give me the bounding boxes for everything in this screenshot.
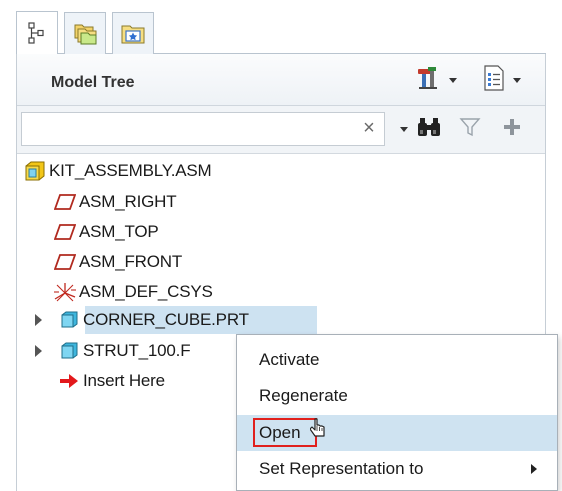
insert-arrow-icon — [57, 369, 81, 393]
list-view-icon — [483, 64, 505, 96]
tree-item-label: ASM_FRONT — [79, 252, 183, 271]
mouse-pointer-icon — [309, 418, 328, 449]
assembly-icon — [23, 159, 47, 183]
show-menu-button[interactable] — [483, 64, 521, 96]
tree-item-label: ASM_DEF_CSYS — [79, 282, 213, 301]
menu-item-open[interactable]: Open — [237, 415, 557, 451]
settings-dropdown-caret — [449, 77, 457, 83]
menu-item-activate[interactable]: Activate — [237, 342, 557, 378]
chevron-down-icon — [400, 126, 408, 132]
clear-search-icon[interactable]: × — [355, 114, 383, 142]
tree-item-asm-right[interactable]: ASM_RIGHT — [53, 187, 177, 217]
datum-plane-icon — [53, 250, 77, 274]
filter-button[interactable] — [457, 116, 483, 142]
tree-item-asm-front[interactable]: ASM_FRONT — [53, 247, 182, 277]
add-column-button[interactable] — [499, 116, 525, 142]
tools-settings-icon — [415, 65, 441, 96]
datum-plane-icon — [53, 190, 77, 214]
tree-hierarchy-icon — [27, 22, 47, 44]
model-tree-tab[interactable] — [16, 11, 58, 54]
search-toolbar: × — [17, 106, 545, 154]
menu-item-label: Set Representation to — [259, 459, 424, 478]
model-tree-header: Model Tree — [17, 54, 545, 106]
tree-item-strut-100[interactable]: STRUT_100.F — [57, 336, 191, 366]
expand-arrow-icon[interactable] — [35, 314, 42, 326]
highlight-box — [253, 418, 317, 447]
datum-plane-icon — [53, 220, 77, 244]
part-icon — [57, 308, 81, 332]
expand-arrow-icon[interactable] — [35, 345, 42, 357]
tree-root-assembly[interactable]: KIT_ASSEMBLY.ASM — [23, 156, 212, 186]
tree-item-label: ASM_TOP — [79, 222, 159, 241]
tree-item-label: Insert Here — [83, 371, 165, 390]
context-menu: Activate Regenerate Open Set Representat… — [236, 334, 558, 491]
folder-browser-tab[interactable] — [64, 12, 106, 54]
menu-item-label: Regenerate — [259, 386, 348, 405]
tree-item-label: CORNER_CUBE.PRT — [83, 310, 249, 329]
show-dropdown-caret — [513, 77, 521, 83]
tree-item-label: ASM_RIGHT — [79, 192, 177, 211]
favorites-tab[interactable] — [112, 12, 154, 54]
coordinate-system-icon — [53, 280, 77, 304]
plus-icon — [503, 118, 521, 141]
find-button[interactable] — [415, 116, 443, 142]
search-options-dropdown[interactable] — [397, 116, 411, 142]
panel-title: Model Tree — [51, 74, 135, 91]
tree-item-label: STRUT_100.F — [83, 341, 191, 360]
menu-item-set-representation[interactable]: Set Representation to — [237, 451, 557, 487]
tree-item-corner-cube[interactable]: CORNER_CUBE.PRT — [57, 305, 249, 335]
search-input[interactable] — [21, 112, 385, 146]
part-icon — [57, 339, 81, 363]
tree-item-asm-top[interactable]: ASM_TOP — [53, 217, 159, 247]
folders-icon — [72, 22, 98, 46]
tree-item-asm-def-csys[interactable]: ASM_DEF_CSYS — [53, 277, 213, 307]
favorites-folder-icon — [120, 22, 146, 46]
menu-item-regenerate[interactable]: Regenerate — [237, 378, 557, 414]
tree-item-insert-here[interactable]: Insert Here — [57, 366, 165, 396]
navigator-tab-strip — [16, 6, 546, 54]
submenu-arrow-icon — [531, 464, 537, 474]
binoculars-icon — [417, 116, 441, 143]
settings-menu-button[interactable] — [415, 66, 457, 94]
filter-funnel-icon — [459, 116, 481, 143]
menu-item-label: Activate — [259, 350, 320, 369]
tree-item-label: KIT_ASSEMBLY.ASM — [49, 161, 212, 180]
